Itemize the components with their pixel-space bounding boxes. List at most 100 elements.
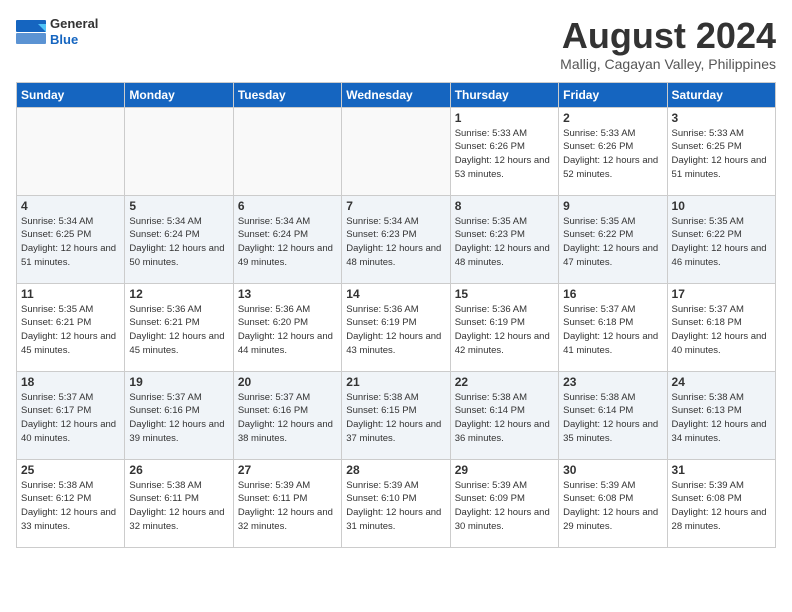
calendar-cell: 28 Sunrise: 5:39 AMSunset: 6:10 PMDayligh…	[342, 459, 450, 547]
calendar-cell: 20 Sunrise: 5:37 AMSunset: 6:16 PMDayligh…	[233, 371, 341, 459]
calendar-cell	[125, 107, 233, 195]
day-info: Sunrise: 5:38 AMSunset: 6:13 PMDaylight:…	[672, 391, 771, 446]
weekday-header-row: SundayMondayTuesdayWednesdayThursdayFrid…	[17, 82, 776, 107]
day-info: Sunrise: 5:36 AMSunset: 6:20 PMDaylight:…	[238, 303, 337, 358]
day-number: 26	[129, 463, 228, 477]
day-number: 4	[21, 199, 120, 213]
calendar-week-row: 11 Sunrise: 5:35 AMSunset: 6:21 PMDayligh…	[17, 283, 776, 371]
day-number: 22	[455, 375, 554, 389]
calendar-cell: 16 Sunrise: 5:37 AMSunset: 6:18 PMDayligh…	[559, 283, 667, 371]
day-number: 20	[238, 375, 337, 389]
day-info: Sunrise: 5:36 AMSunset: 6:19 PMDaylight:…	[346, 303, 445, 358]
calendar-week-row: 1 Sunrise: 5:33 AMSunset: 6:26 PMDaylight…	[17, 107, 776, 195]
day-number: 18	[21, 375, 120, 389]
day-number: 24	[672, 375, 771, 389]
day-info: Sunrise: 5:39 AMSunset: 6:11 PMDaylight:…	[238, 479, 337, 534]
calendar-cell: 6Sunrise: 5:34 AMSunset: 6:24 PMDaylight…	[233, 195, 341, 283]
logo-text: General Blue	[50, 16, 98, 47]
day-number: 7	[346, 199, 445, 213]
day-info: Sunrise: 5:36 AMSunset: 6:21 PMDaylight:…	[129, 303, 228, 358]
day-info: Sunrise: 5:35 AMSunset: 6:22 PMDaylight:…	[672, 215, 771, 270]
day-number: 11	[21, 287, 120, 301]
day-number: 19	[129, 375, 228, 389]
calendar-week-row: 4 Sunrise: 5:34 AMSunset: 6:25 PMDaylight…	[17, 195, 776, 283]
calendar-cell: 1 Sunrise: 5:33 AMSunset: 6:26 PMDaylight…	[450, 107, 558, 195]
day-number: 12	[129, 287, 228, 301]
weekday-header-friday: Friday	[559, 82, 667, 107]
day-info: Sunrise: 5:38 AMSunset: 6:15 PMDaylight:…	[346, 391, 445, 446]
calendar-cell: 12 Sunrise: 5:36 AMSunset: 6:21 PMDayligh…	[125, 283, 233, 371]
day-info: Sunrise: 5:39 AMSunset: 6:10 PMDaylight:…	[346, 479, 445, 534]
calendar-cell	[17, 107, 125, 195]
calendar-cell: 18 Sunrise: 5:37 AMSunset: 6:17 PMDayligh…	[17, 371, 125, 459]
logo: General Blue	[16, 16, 98, 47]
calendar-cell: 17 Sunrise: 5:37 AMSunset: 6:18 PMDayligh…	[667, 283, 775, 371]
calendar-cell: 30Sunrise: 5:39 AMSunset: 6:08 PMDayligh…	[559, 459, 667, 547]
day-info: Sunrise: 5:36 AMSunset: 6:19 PMDaylight:…	[455, 303, 554, 358]
day-info: Sunrise: 5:39 AMSunset: 6:08 PMDaylight:…	[672, 479, 771, 534]
weekday-header-thursday: Thursday	[450, 82, 558, 107]
day-info: Sunrise: 5:37 AMSunset: 6:18 PMDaylight:…	[563, 303, 662, 358]
day-number: 3	[672, 111, 771, 125]
day-number: 23	[563, 375, 662, 389]
calendar-cell: 3 Sunrise: 5:33 AMSunset: 6:25 PMDaylight…	[667, 107, 775, 195]
day-number: 2	[563, 111, 662, 125]
day-number: 13	[238, 287, 337, 301]
calendar-week-row: 18 Sunrise: 5:37 AMSunset: 6:17 PMDayligh…	[17, 371, 776, 459]
day-info: Sunrise: 5:37 AMSunset: 6:16 PMDaylight:…	[238, 391, 337, 446]
day-number: 16	[563, 287, 662, 301]
calendar-cell: 11 Sunrise: 5:35 AMSunset: 6:21 PMDayligh…	[17, 283, 125, 371]
day-info: Sunrise: 5:35 AMSunset: 6:21 PMDaylight:…	[21, 303, 120, 358]
day-info: Sunrise: 5:34 AMSunset: 6:24 PMDaylight:…	[129, 215, 228, 270]
calendar-cell: 9Sunrise: 5:35 AMSunset: 6:22 PMDaylight…	[559, 195, 667, 283]
day-number: 30	[563, 463, 662, 477]
calendar-cell: 13 Sunrise: 5:36 AMSunset: 6:20 PMDayligh…	[233, 283, 341, 371]
weekday-header-wednesday: Wednesday	[342, 82, 450, 107]
day-number: 17	[672, 287, 771, 301]
day-info: Sunrise: 5:35 AMSunset: 6:22 PMDaylight:…	[563, 215, 662, 270]
calendar-cell	[233, 107, 341, 195]
calendar-table: SundayMondayTuesdayWednesdayThursdayFrid…	[16, 82, 776, 548]
logo-line1: General	[50, 16, 98, 32]
calendar-cell: 29Sunrise: 5:39 AMSunset: 6:09 PMDayligh…	[450, 459, 558, 547]
calendar-cell: 10 Sunrise: 5:35 AMSunset: 6:22 PMDayligh…	[667, 195, 775, 283]
day-number: 1	[455, 111, 554, 125]
day-info: Sunrise: 5:38 AMSunset: 6:14 PMDaylight:…	[563, 391, 662, 446]
calendar-cell: 22Sunrise: 5:38 AMSunset: 6:14 PMDayligh…	[450, 371, 558, 459]
calendar-cell: 5 Sunrise: 5:34 AMSunset: 6:24 PMDaylight…	[125, 195, 233, 283]
day-info: Sunrise: 5:34 AMSunset: 6:23 PMDaylight:…	[346, 215, 445, 270]
day-info: Sunrise: 5:34 AMSunset: 6:24 PMDaylight:…	[238, 215, 337, 270]
day-info: Sunrise: 5:33 AMSunset: 6:26 PMDaylight:…	[455, 127, 554, 182]
calendar-cell: 15Sunrise: 5:36 AMSunset: 6:19 PMDayligh…	[450, 283, 558, 371]
calendar-cell: 7 Sunrise: 5:34 AMSunset: 6:23 PMDaylight…	[342, 195, 450, 283]
day-number: 14	[346, 287, 445, 301]
title-block: August 2024 Mallig, Cagayan Valley, Phil…	[560, 16, 776, 72]
day-info: Sunrise: 5:37 AMSunset: 6:16 PMDaylight:…	[129, 391, 228, 446]
logo-line2: Blue	[50, 32, 98, 48]
day-info: Sunrise: 5:33 AMSunset: 6:26 PMDaylight:…	[563, 127, 662, 182]
day-number: 21	[346, 375, 445, 389]
calendar-cell: 25Sunrise: 5:38 AMSunset: 6:12 PMDayligh…	[17, 459, 125, 547]
calendar-cell: 31Sunrise: 5:39 AMSunset: 6:08 PMDayligh…	[667, 459, 775, 547]
calendar-week-row: 25Sunrise: 5:38 AMSunset: 6:12 PMDayligh…	[17, 459, 776, 547]
day-info: Sunrise: 5:38 AMSunset: 6:11 PMDaylight:…	[129, 479, 228, 534]
calendar-cell	[342, 107, 450, 195]
day-info: Sunrise: 5:37 AMSunset: 6:18 PMDaylight:…	[672, 303, 771, 358]
page-header: General Blue August 2024 Mallig, Cagayan…	[16, 16, 776, 72]
weekday-header-monday: Monday	[125, 82, 233, 107]
weekday-header-tuesday: Tuesday	[233, 82, 341, 107]
calendar-cell: 19 Sunrise: 5:37 AMSunset: 6:16 PMDayligh…	[125, 371, 233, 459]
day-info: Sunrise: 5:34 AMSunset: 6:25 PMDaylight:…	[21, 215, 120, 270]
day-number: 10	[672, 199, 771, 213]
day-number: 5	[129, 199, 228, 213]
day-info: Sunrise: 5:33 AMSunset: 6:25 PMDaylight:…	[672, 127, 771, 182]
day-info: Sunrise: 5:37 AMSunset: 6:17 PMDaylight:…	[21, 391, 120, 446]
day-info: Sunrise: 5:35 AMSunset: 6:23 PMDaylight:…	[455, 215, 554, 270]
day-info: Sunrise: 5:38 AMSunset: 6:12 PMDaylight:…	[21, 479, 120, 534]
day-number: 29	[455, 463, 554, 477]
day-number: 8	[455, 199, 554, 213]
day-number: 28	[346, 463, 445, 477]
calendar-cell: 23 Sunrise: 5:38 AMSunset: 6:14 PMDayligh…	[559, 371, 667, 459]
calendar-cell: 4 Sunrise: 5:34 AMSunset: 6:25 PMDaylight…	[17, 195, 125, 283]
calendar-cell: 8 Sunrise: 5:35 AMSunset: 6:23 PMDaylight…	[450, 195, 558, 283]
